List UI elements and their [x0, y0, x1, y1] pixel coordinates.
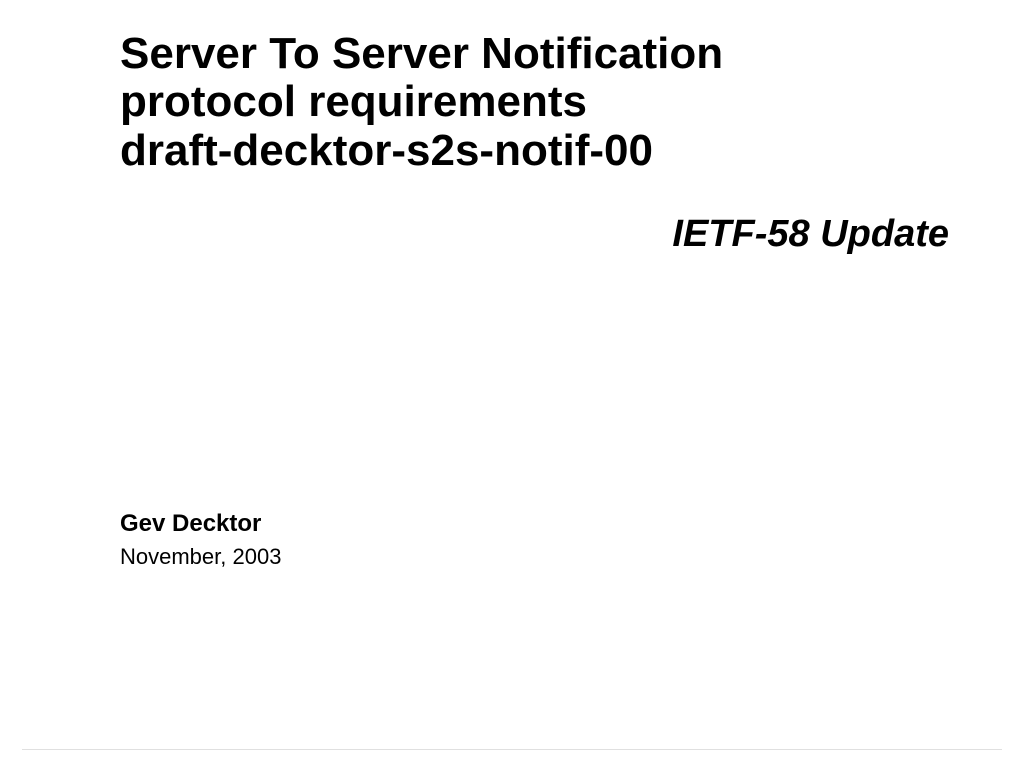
- slide-subtitle: IETF-58 Update: [120, 213, 969, 256]
- slide-title: Server To Server Notification protocol r…: [120, 30, 969, 175]
- author-date: November, 2003: [120, 544, 281, 570]
- author-block: Gev Decktor November, 2003: [120, 510, 281, 570]
- title-line-3: draft-decktor-s2s-notif-00: [120, 126, 653, 175]
- footer-divider: [22, 749, 1002, 750]
- title-line-1: Server To Server Notification: [120, 29, 723, 78]
- slide-container: Server To Server Notification protocol r…: [0, 0, 1024, 768]
- title-line-2: protocol requirements: [120, 77, 587, 126]
- author-name: Gev Decktor: [120, 510, 281, 538]
